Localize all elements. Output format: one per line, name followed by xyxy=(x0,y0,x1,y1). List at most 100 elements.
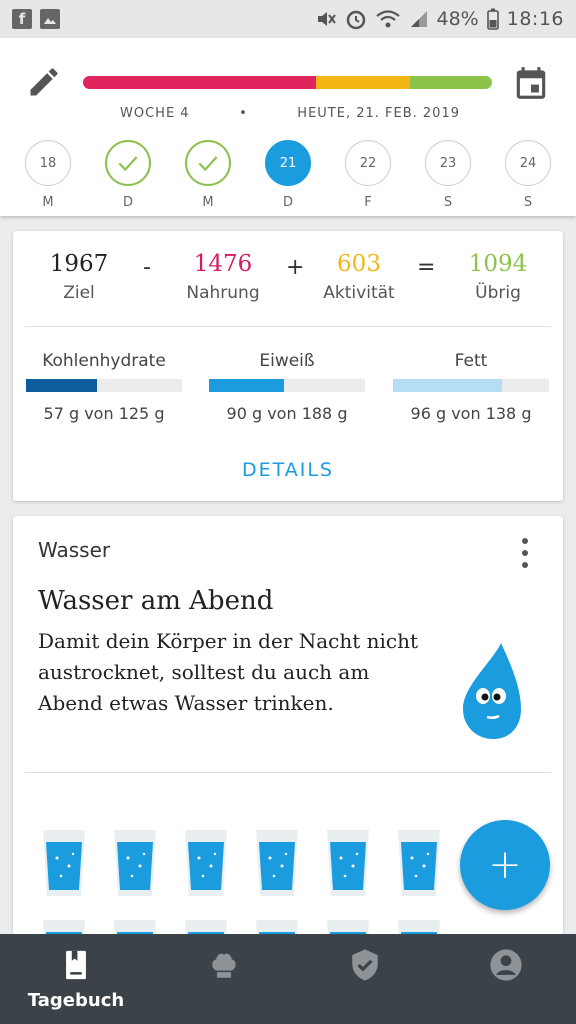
macro-carbs: Kohlenhydrate 57 g von 125 g xyxy=(26,351,182,423)
macro-bar-fill xyxy=(393,379,502,392)
day-item[interactable]: D xyxy=(105,140,151,210)
gallery-icon xyxy=(40,9,60,29)
minus-sign: - xyxy=(143,255,151,280)
macro-value: 90 g von 188 g xyxy=(226,404,348,423)
water-tip-heading: Wasser am Abend xyxy=(38,586,274,616)
macro-name: Eiweiß xyxy=(259,351,315,371)
water-divider xyxy=(25,772,551,773)
check-icon xyxy=(118,156,138,172)
water-glass[interactable] xyxy=(396,828,442,898)
remaining-label: Übrig xyxy=(475,283,521,303)
water-card-title: Wasser xyxy=(38,538,111,562)
diary-icon xyxy=(66,950,86,980)
bottom-navigation: Tagebuch xyxy=(0,934,576,1024)
macro-name: Fett xyxy=(454,351,488,371)
water-drop-mascot-icon xyxy=(463,643,521,739)
day-item[interactable]: 23 S xyxy=(425,140,471,210)
activity-segment xyxy=(316,76,411,89)
day-item[interactable]: 22 F xyxy=(345,140,391,210)
alarm-icon xyxy=(346,10,365,30)
day-letter: F xyxy=(364,195,372,210)
water-glass[interactable] xyxy=(41,828,87,898)
remaining-block: 1094 Übrig xyxy=(453,251,543,303)
nav-profile[interactable] xyxy=(434,934,576,1024)
pencil-icon[interactable] xyxy=(26,64,62,100)
activity-value: 603 xyxy=(337,251,381,277)
day-circle[interactable]: 22 xyxy=(345,140,391,186)
day-item[interactable]: M xyxy=(185,140,231,210)
water-glass[interactable] xyxy=(112,828,158,898)
nav-pro[interactable] xyxy=(293,934,437,1024)
nav-diary[interactable]: Tagebuch xyxy=(4,934,148,1024)
day-item[interactable]: 24 S xyxy=(505,140,551,210)
remaining-segment xyxy=(410,76,492,89)
remaining-value: 1094 xyxy=(468,251,528,277)
day-item[interactable]: 21 D xyxy=(265,140,311,210)
separator-dot: • xyxy=(239,106,248,121)
day-circle[interactable] xyxy=(185,140,231,186)
day-circle[interactable]: 18 xyxy=(25,140,71,186)
day-letter: S xyxy=(523,195,533,210)
food-value: 1476 xyxy=(193,251,253,277)
water-tip-text: Damit dein Körper in der Nacht nicht aus… xyxy=(38,629,419,715)
clock: 18:16 xyxy=(506,8,564,30)
macro-protein: Eiweiß 90 g von 188 g xyxy=(209,351,365,423)
calorie-progress-bar xyxy=(83,76,492,89)
macro-bar xyxy=(393,379,549,392)
battery-icon xyxy=(486,8,499,30)
macro-value: 96 g von 138 g xyxy=(410,404,532,423)
macro-bar xyxy=(209,379,365,392)
goal-value: 1967 xyxy=(49,251,109,277)
profile-icon xyxy=(490,949,522,981)
chef-hat-icon xyxy=(212,953,236,978)
battery-percent: 48% xyxy=(436,8,479,30)
status-bar: f 48% 18:16 xyxy=(0,0,576,38)
more-vert-icon[interactable] xyxy=(519,538,531,568)
facebook-icon: f xyxy=(12,9,32,29)
goal-label: Ziel xyxy=(63,283,95,303)
week-label: WOCHE 4 xyxy=(120,106,190,121)
shield-check-icon xyxy=(352,949,378,981)
details-button[interactable]: DETAILS xyxy=(13,459,563,481)
day-letter: D xyxy=(122,195,133,210)
check-icon xyxy=(198,156,218,172)
macro-bar xyxy=(26,379,182,392)
activity-block: 603 Aktivität xyxy=(309,251,409,303)
macro-fat: Fett 96 g von 138 g xyxy=(393,351,549,423)
food-segment xyxy=(83,76,317,89)
day-item[interactable]: 18 M xyxy=(25,140,71,210)
day-circle[interactable]: 23 xyxy=(425,140,471,186)
water-glass[interactable] xyxy=(325,828,371,898)
day-letter: M xyxy=(202,195,214,210)
day-circle[interactable]: 24 xyxy=(505,140,551,186)
day-circle[interactable] xyxy=(105,140,151,186)
summary-divider xyxy=(25,326,551,327)
food-label: Nahrung xyxy=(186,283,260,303)
day-letter: S xyxy=(443,195,453,210)
water-glass[interactable] xyxy=(183,828,229,898)
macro-value: 57 g von 125 g xyxy=(43,404,165,423)
nav-diary-label: Tagebuch xyxy=(27,990,125,1011)
macro-name: Kohlenhydrate xyxy=(42,351,166,371)
week-date-line: WOCHE 4 • HEUTE, 21. FEB. 2019 xyxy=(120,106,460,121)
macro-bar-fill xyxy=(209,379,284,392)
food-block: 1476 Nahrung xyxy=(173,251,273,303)
activity-label: Aktivität xyxy=(323,283,395,303)
macro-bar-fill xyxy=(26,379,98,392)
plus-sign: + xyxy=(286,255,305,280)
wifi-icon xyxy=(375,10,400,28)
nav-recipes[interactable] xyxy=(152,934,296,1024)
signal-icon xyxy=(410,11,427,27)
day-letter: M xyxy=(42,195,54,210)
calendar-icon[interactable] xyxy=(512,64,550,102)
equals-sign: = xyxy=(417,255,436,280)
day-letter: D xyxy=(282,195,293,210)
diary-header: WOCHE 4 • HEUTE, 21. FEB. 2019 18 M D M … xyxy=(0,38,576,216)
mute-icon xyxy=(317,12,336,26)
add-fab-button[interactable]: + xyxy=(460,820,550,910)
goal-block: 1967 Ziel xyxy=(39,251,119,303)
water-glass[interactable] xyxy=(254,828,300,898)
date-label: HEUTE, 21. FEB. 2019 xyxy=(297,106,460,121)
day-circle[interactable]: 21 xyxy=(265,140,311,186)
calorie-summary-card[interactable]: 1967 Ziel - 1476 Nahrung + 603 Aktivität… xyxy=(13,231,563,501)
